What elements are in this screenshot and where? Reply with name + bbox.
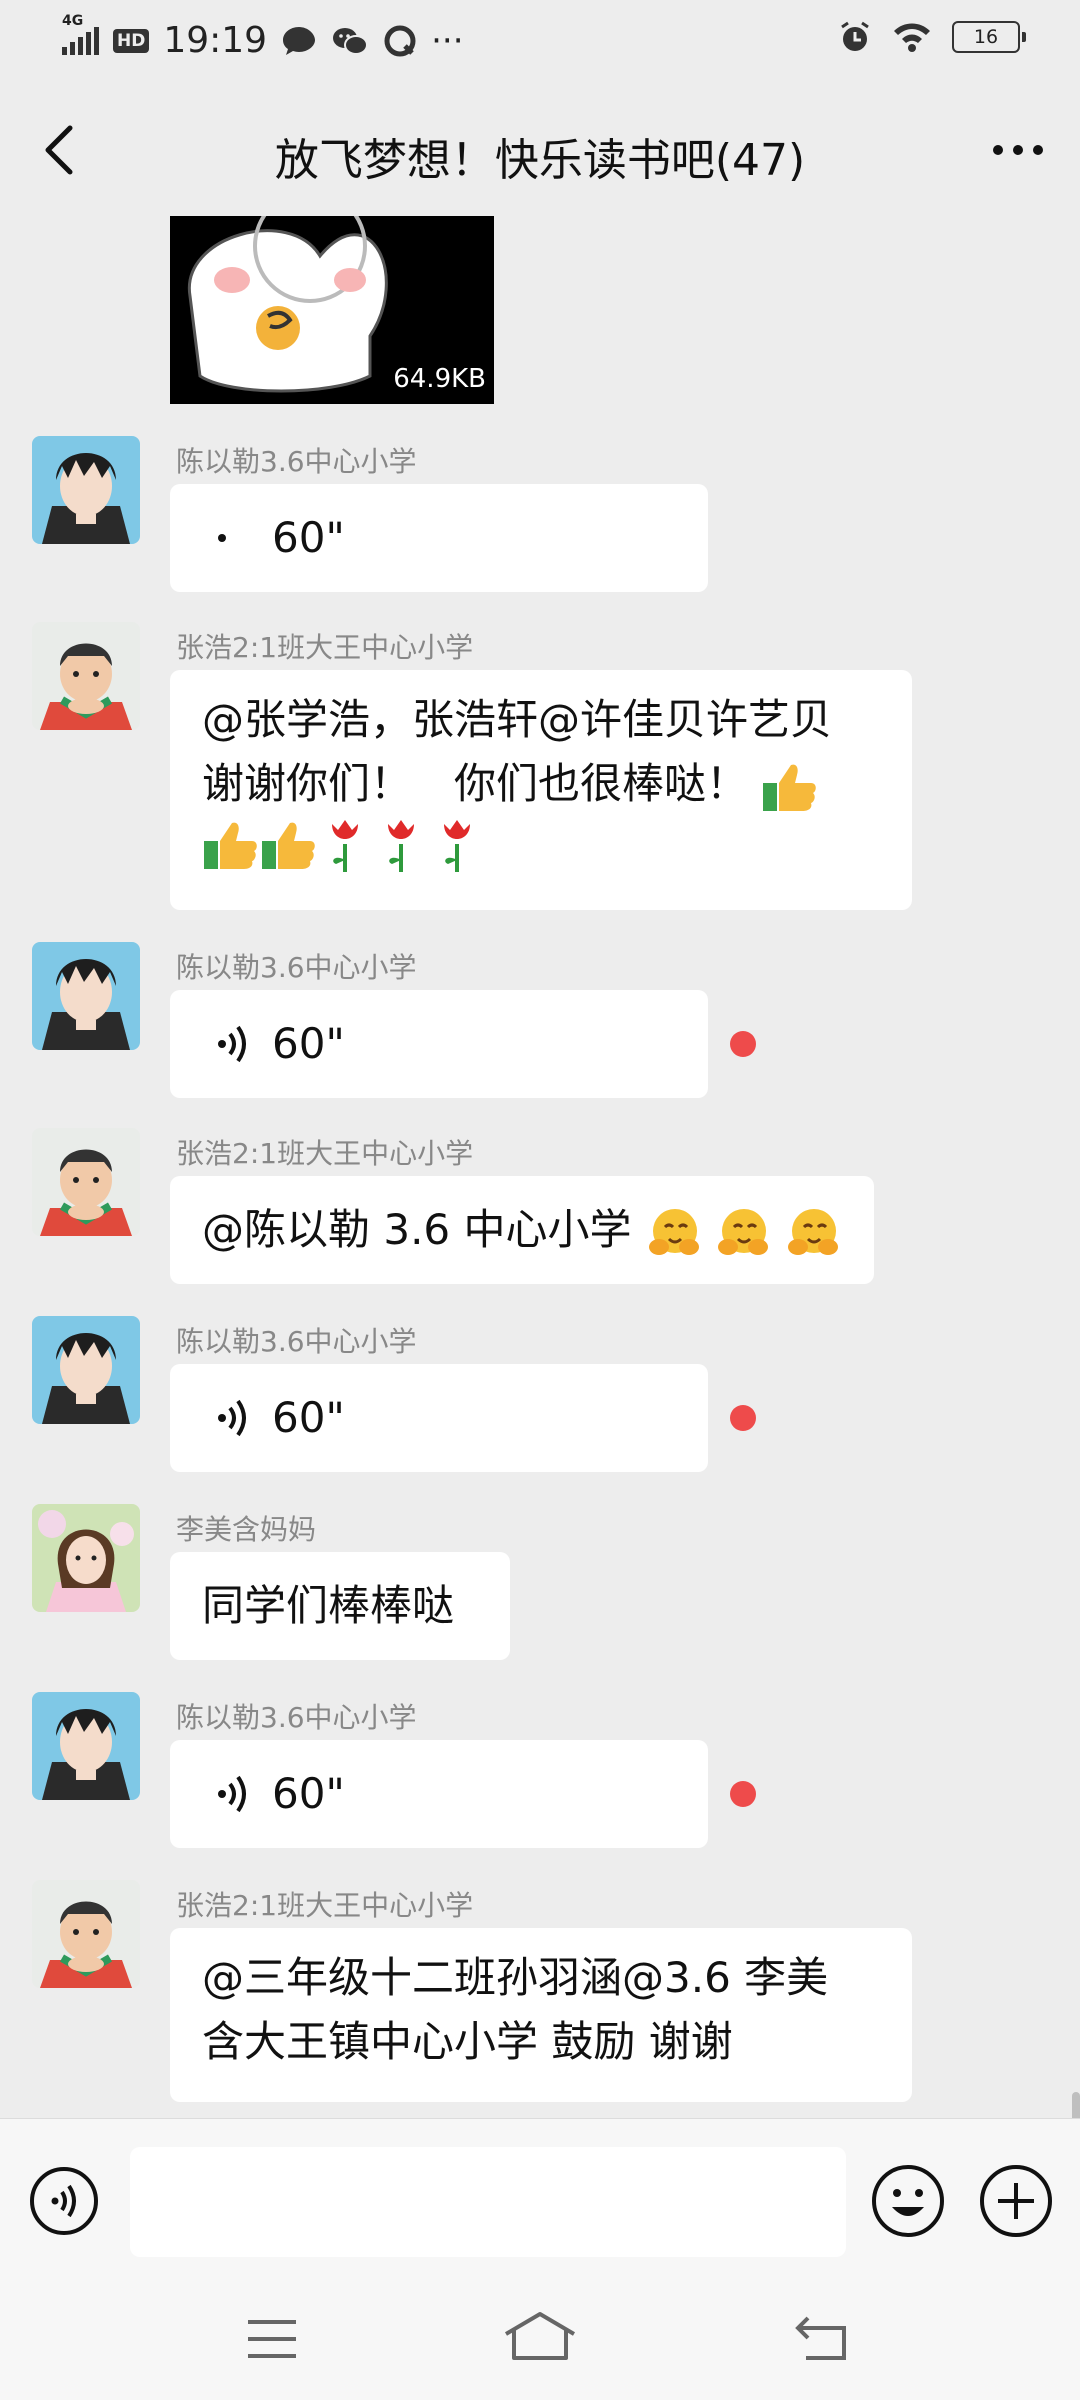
anime-boy-avatar <box>32 1692 140 1800</box>
child-photo-avatar <box>32 1880 140 1988</box>
hug-emoji-icon <box>718 1208 769 1255</box>
avatar-zhang[interactable] <box>32 1128 140 1236</box>
message-line: 含大王镇中心小学 鼓励 谢谢 <box>202 2017 733 2066</box>
voice-duration: 60" <box>272 1019 345 1068</box>
hug-emoji-icon <box>648 1208 699 1255</box>
message-text: 谢谢你们！ 你们也很棒哒！ <box>202 759 749 808</box>
status-bar: 4G HD 19:19 ··· 16 <box>0 0 1080 84</box>
avatar-li[interactable] <box>32 1504 140 1612</box>
voice-duration: 60" <box>272 1769 345 1818</box>
avatar-zhang[interactable] <box>32 1880 140 1988</box>
scrollbar[interactable] <box>1072 2092 1080 2118</box>
title-bar: 放飞梦想！快乐读书吧(47) <box>0 84 1080 216</box>
hug-emoji-icon <box>787 1208 838 1255</box>
message-line: @三年级十二班孙羽涵@3.6 李美 <box>202 1953 829 2002</box>
image-message[interactable]: 64.9KB <box>170 216 494 404</box>
child-photo-avatar <box>32 622 140 730</box>
home-icon[interactable] <box>500 2308 580 2364</box>
menu-icon[interactable] <box>244 2314 300 2364</box>
wechat-notification-icon <box>333 27 369 55</box>
hd-icon: HD <box>113 28 150 53</box>
thumbs-up-icon <box>262 822 315 869</box>
sender-name: 李美含妈妈 <box>176 1513 317 1546</box>
system-nav-bar <box>0 2278 1080 2400</box>
message-list[interactable]: 64.9KB 陈以勒3.6中心小学 60" 张浩2:1班大王中心小学 @张学浩，… <box>0 216 1080 2118</box>
voice-message[interactable]: 60" <box>170 484 708 592</box>
text-message[interactable]: @陈以勒 3.6 中心小学 <box>170 1176 874 1284</box>
status-right: 16 <box>838 20 1026 54</box>
back-icon[interactable] <box>792 2310 852 2364</box>
thumbs-up-icon <box>763 764 817 811</box>
voice-waves-icon <box>218 1775 246 1813</box>
more-options-icon[interactable] <box>986 124 1050 176</box>
anime-boy-avatar <box>32 942 140 1050</box>
voice-waves-icon <box>218 1025 246 1063</box>
text-message[interactable]: @三年级十二班孙羽涵@3.6 李美 含大王镇中心小学 鼓励 谢谢 <box>170 1928 912 2102</box>
more-notifications-icon: ··· <box>431 20 464 61</box>
rose-icon <box>332 820 358 872</box>
avatar-chen[interactable] <box>32 436 140 544</box>
message-input[interactable] <box>130 2147 846 2257</box>
sender-name: 张浩2:1班大王中心小学 <box>176 631 474 664</box>
status-time: 19:19 <box>163 20 268 61</box>
avatar-chen[interactable] <box>32 1316 140 1424</box>
unread-dot <box>730 1781 756 1807</box>
emoji-icon[interactable] <box>870 2163 946 2239</box>
network-type: 4G <box>62 12 84 29</box>
signal-icon: 4G <box>62 13 99 55</box>
plus-icon[interactable] <box>978 2163 1054 2239</box>
rose-icon <box>388 820 414 872</box>
voice-input-icon[interactable] <box>28 2165 100 2237</box>
avatar-chen[interactable] <box>32 1692 140 1800</box>
message-text: @陈以勒 3.6 中心小学 <box>202 1205 645 1254</box>
text-message[interactable]: 同学们棒棒哒 <box>170 1552 510 1660</box>
voice-message[interactable]: 60" <box>170 990 708 1098</box>
message-line <box>202 816 880 874</box>
message-line: 谢谢你们！ 你们也很棒哒！ <box>202 752 880 816</box>
avatar-zhang[interactable] <box>32 622 140 730</box>
voice-waves-icon <box>218 1399 246 1437</box>
thumbs-up-icon <box>204 822 257 869</box>
unread-dot <box>730 1405 756 1431</box>
rose-icon <box>444 820 470 872</box>
image-file-size: 64.9KB <box>393 364 486 394</box>
anime-boy-avatar <box>32 1316 140 1424</box>
text-message[interactable]: @张学浩，张浩轩@许佳贝许艺贝 谢谢你们！ 你们也很棒哒！ <box>170 670 912 910</box>
chat-notification-icon <box>283 26 316 55</box>
child-photo-avatar <box>32 1128 140 1236</box>
voice-duration: 60" <box>272 513 345 562</box>
avatar-chen[interactable] <box>32 942 140 1050</box>
sender-name: 陈以勒3.6中心小学 <box>176 951 417 984</box>
voice-message[interactable]: 60" <box>170 1364 708 1472</box>
girl-photo-avatar <box>32 1504 140 1612</box>
message-text: 同学们棒棒哒 <box>202 1581 455 1630</box>
anime-boy-avatar <box>32 436 140 544</box>
input-bar <box>0 2118 1080 2279</box>
voice-message[interactable]: 60" <box>170 1740 708 1848</box>
wifi-icon <box>894 23 930 52</box>
unread-dot <box>730 1031 756 1057</box>
message-line: @张学浩，张浩轩@许佳贝许艺贝 <box>202 695 833 744</box>
sender-name: 陈以勒3.6中心小学 <box>176 445 417 478</box>
sender-name: 张浩2:1班大王中心小学 <box>176 1889 474 1922</box>
sender-name: 陈以勒3.6中心小学 <box>176 1701 417 1734</box>
qq-notification-icon <box>384 25 416 56</box>
status-left: 4G HD 19:19 ··· <box>62 13 464 61</box>
sender-name: 陈以勒3.6中心小学 <box>176 1325 417 1358</box>
sender-name: 张浩2:1班大王中心小学 <box>176 1137 474 1170</box>
voice-playing-icon <box>218 534 226 542</box>
voice-duration: 60" <box>272 1393 345 1442</box>
battery-icon: 16 <box>952 21 1026 53</box>
chat-title: 放飞梦想！快乐读书吧(47) <box>274 135 806 186</box>
alarm-icon <box>841 21 869 51</box>
